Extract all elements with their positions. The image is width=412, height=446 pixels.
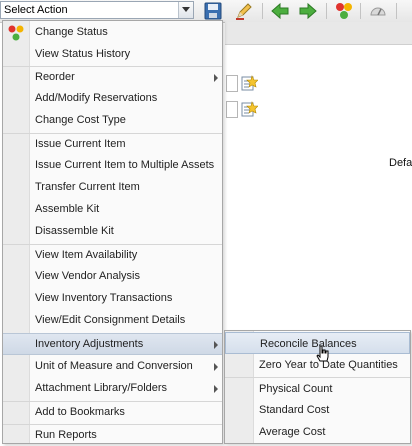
menu-item-transfer-current-item[interactable]: Transfer Current Item xyxy=(3,177,222,199)
menu-item-view-edit-consignment-details[interactable]: View/Edit Consignment Details xyxy=(3,310,222,332)
toolbar-divider xyxy=(360,3,361,19)
lookup-icon[interactable] xyxy=(240,101,259,119)
chevron-right-icon xyxy=(214,385,218,393)
menu-item-view-status-history[interactable]: View Status History xyxy=(3,44,222,66)
menu-item-change-cost-type[interactable]: Change Cost Type xyxy=(3,110,222,132)
lookup-icon[interactable] xyxy=(240,75,259,93)
submenu-item-average-cost[interactable]: Average Cost xyxy=(225,421,410,443)
menu-item-view-inventory-transactions[interactable]: View Inventory Transactions xyxy=(3,288,222,310)
menu-item-change-status[interactable]: Change Status xyxy=(3,22,222,44)
menu-item-add-to-bookmarks[interactable]: Add to Bookmarks xyxy=(3,401,222,423)
status-icon[interactable] xyxy=(334,1,354,21)
hand-cursor-icon xyxy=(316,345,330,366)
select-action-dropdown[interactable]: Select Action xyxy=(0,1,194,19)
background-field[interactable] xyxy=(226,101,238,118)
menu-item-inventory-adjustments[interactable]: Inventory Adjustments xyxy=(3,333,222,355)
chevron-right-icon xyxy=(214,363,218,371)
submenu-item-physical-count[interactable]: Physical Count xyxy=(225,377,410,399)
background-field[interactable] xyxy=(226,75,238,92)
status-change-icon xyxy=(7,24,25,42)
menu-item-reorder[interactable]: Reorder xyxy=(3,66,222,88)
select-action-menu: Change Status View Status History Reorde… xyxy=(2,20,223,444)
chevron-right-icon xyxy=(214,341,218,349)
toolbar-divider xyxy=(396,3,397,19)
chevron-right-icon xyxy=(214,74,218,82)
submenu-item-standard-cost[interactable]: Standard Cost xyxy=(225,399,410,421)
chevron-down-icon[interactable] xyxy=(178,2,193,18)
menu-item-disassemble-kit[interactable]: Disassemble Kit xyxy=(3,221,222,243)
menu-item-run-reports[interactable]: Run Reports xyxy=(3,424,222,446)
menu-item-add-modify-reservations[interactable]: Add/Modify Reservations xyxy=(3,88,222,110)
menu-item-view-item-availability[interactable]: View Item Availability xyxy=(3,244,222,266)
background-header-strip xyxy=(225,22,412,45)
toolbar-divider xyxy=(262,3,263,19)
save-icon[interactable] xyxy=(203,1,223,21)
back-arrow-icon[interactable] xyxy=(270,1,290,21)
toolbar-divider xyxy=(326,3,327,19)
menu-item-view-vendor-analysis[interactable]: View Vendor Analysis xyxy=(3,266,222,288)
menu-item-unit-of-measure-and-conversion[interactable]: Unit of Measure and Conversion xyxy=(3,356,222,378)
menu-item-issue-current-item[interactable]: Issue Current Item xyxy=(3,133,222,155)
menu-item-attachment-library-folders[interactable]: Attachment Library/Folders xyxy=(3,378,222,400)
edit-pencil-icon[interactable] xyxy=(234,1,254,21)
report-icon[interactable] xyxy=(368,1,388,21)
menu-item-issue-to-multiple-assets[interactable]: Issue Current Item to Multiple Assets xyxy=(3,155,222,177)
menu-item-assemble-kit[interactable]: Assemble Kit xyxy=(3,199,222,221)
forward-arrow-icon[interactable] xyxy=(298,1,318,21)
select-action-label: Select Action xyxy=(4,4,68,16)
background-label: Defa xyxy=(389,157,412,169)
